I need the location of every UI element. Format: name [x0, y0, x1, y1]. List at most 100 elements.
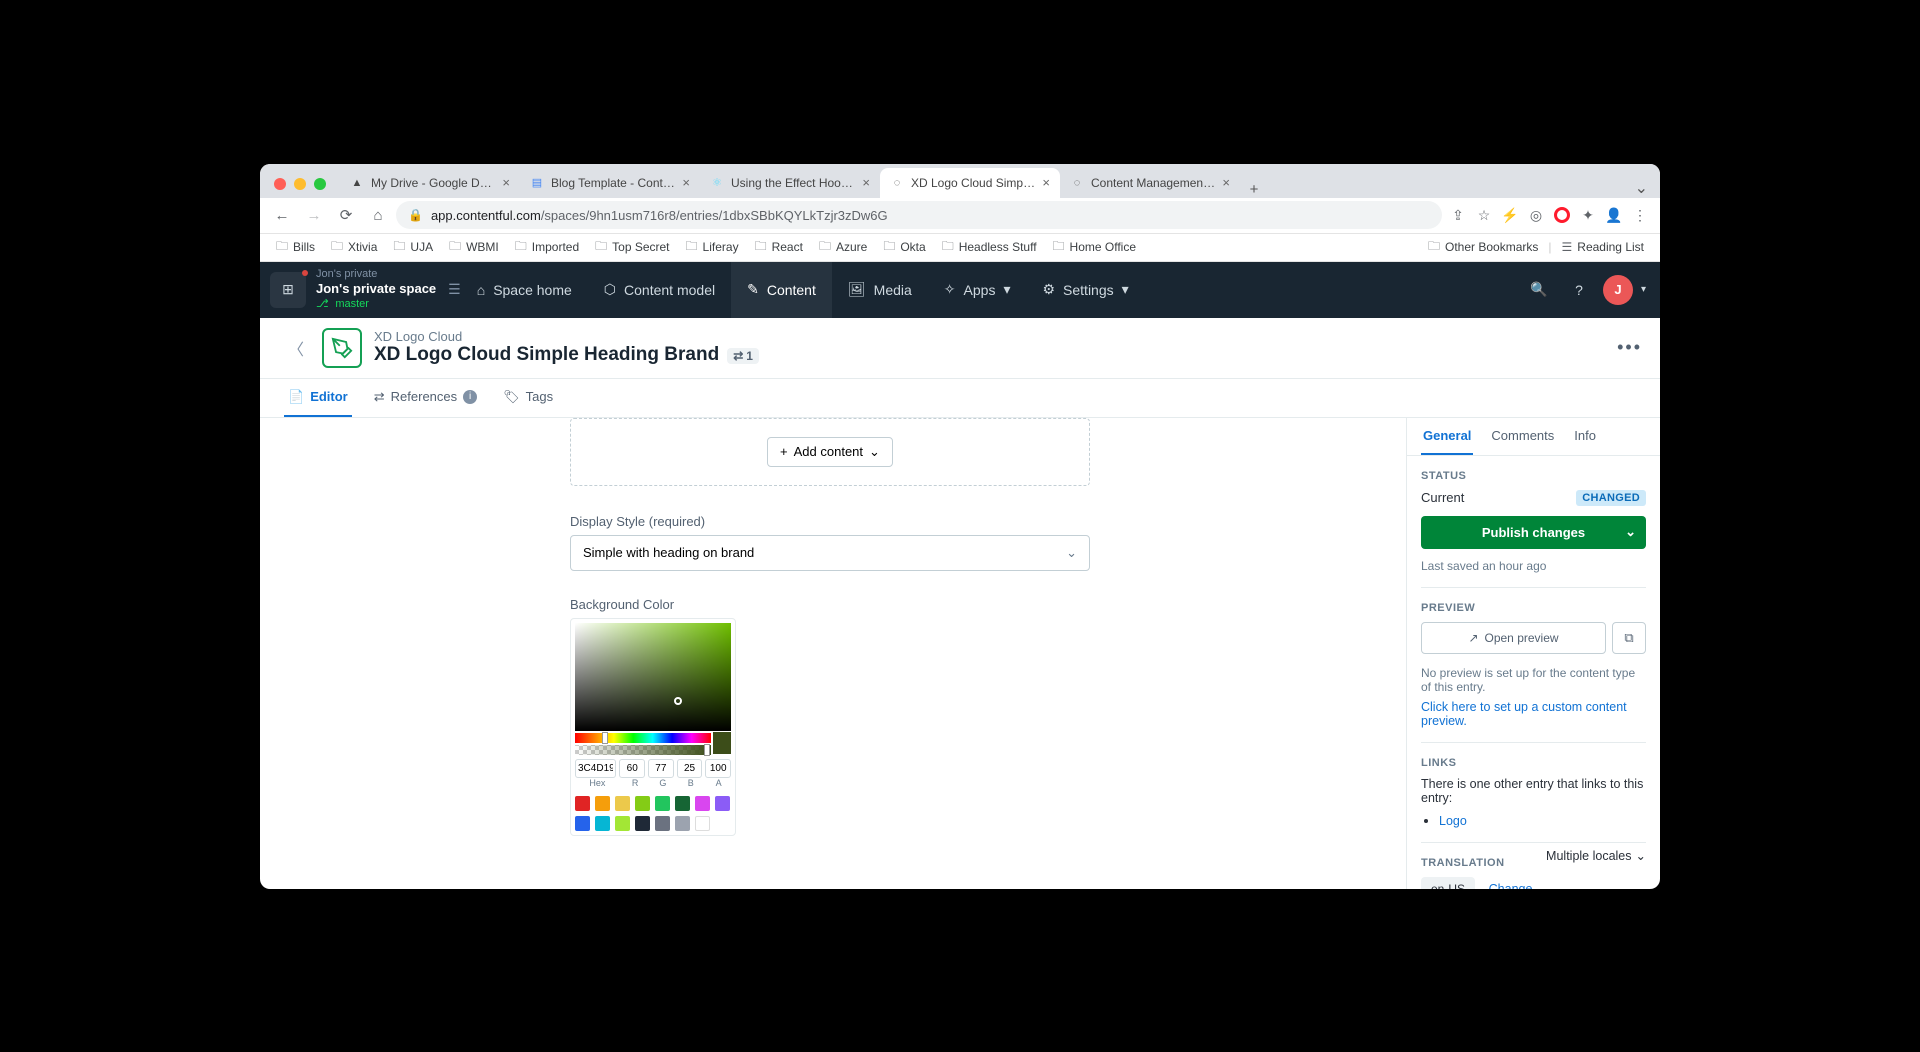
space-selector[interactable]: Jon's private Jon's private space ⎇ mast… — [316, 268, 436, 311]
browser-tab[interactable]: ⚛Using the Effect Hook – React× — [700, 168, 880, 198]
nav-content-model[interactable]: ⬡Content model — [588, 262, 731, 318]
nav-settings[interactable]: ⚙Settings ▾ — [1026, 262, 1144, 318]
window-zoom[interactable] — [314, 178, 326, 190]
star-icon[interactable]: ☆ — [1472, 203, 1496, 227]
color-swatch[interactable] — [675, 796, 690, 811]
address-bar[interactable]: 🔒 app.contentful.com/spaces/9hn1usm716r8… — [396, 201, 1442, 229]
display-style-select[interactable]: Simple with heading on brand ⌄ — [570, 535, 1090, 571]
bookmark[interactable]: 🗀Imported — [509, 235, 585, 260]
close-icon[interactable]: × — [862, 175, 870, 190]
color-swatch[interactable] — [655, 816, 670, 831]
color-swatch[interactable] — [635, 796, 650, 811]
open-preview-button[interactable]: ↗Open preview — [1421, 622, 1606, 654]
picker-cursor[interactable] — [674, 697, 682, 705]
color-swatch[interactable] — [595, 796, 610, 811]
app-switcher-button[interactable]: ⊞ — [270, 272, 306, 308]
share-icon[interactable]: ⇪ — [1446, 203, 1470, 227]
saturation-picker[interactable] — [575, 623, 731, 731]
color-swatch[interactable] — [595, 816, 610, 831]
alpha-slider[interactable] — [575, 745, 711, 755]
tab-references[interactable]: ⇄Referencesi — [370, 379, 481, 417]
other-bookmarks[interactable]: 🗀Other Bookmarks — [1422, 235, 1544, 260]
browser-tab[interactable]: ◌Content Management API | Co…× — [1060, 168, 1240, 198]
bookmark[interactable]: 🗀Azure — [813, 235, 873, 260]
r-input[interactable] — [619, 759, 645, 778]
opera-icon[interactable] — [1550, 203, 1574, 227]
chevron-down-icon[interactable]: ▾ — [1641, 284, 1646, 295]
color-swatch[interactable] — [575, 796, 590, 811]
color-swatch[interactable] — [575, 816, 590, 831]
extension-icon[interactable]: ⚡ — [1498, 203, 1522, 227]
search-icon[interactable]: 🔍 — [1523, 274, 1555, 306]
bookmark[interactable]: 🗀WBMI — [443, 235, 505, 260]
color-swatch[interactable] — [635, 816, 650, 831]
close-icon[interactable]: × — [682, 175, 690, 190]
change-locale-link[interactable]: Change — [1489, 882, 1533, 889]
home-button[interactable]: ⌂ — [364, 201, 392, 229]
color-swatch[interactable] — [615, 816, 630, 831]
nav-space-home[interactable]: ⌂Space home — [461, 262, 588, 318]
nav-media[interactable]: 🖼Media — [832, 262, 928, 318]
bookmark[interactable]: 🗀Bills — [270, 235, 321, 260]
nav-apps[interactable]: ✧Apps ▾ — [928, 262, 1027, 318]
a-input[interactable] — [705, 759, 731, 778]
new-tab-button[interactable]: + — [1240, 181, 1268, 198]
extensions-icon[interactable]: ✦ — [1576, 203, 1600, 227]
reference-badge[interactable]: ⇄ 1 — [727, 348, 759, 364]
publish-button[interactable]: Publish changes ⌄ — [1421, 516, 1646, 549]
bookmark[interactable]: 🗀UJA — [387, 235, 439, 260]
tab-tags[interactable]: 🏷Tags — [499, 379, 557, 417]
copy-preview-button[interactable]: ⧉ — [1612, 622, 1646, 654]
add-content-button[interactable]: + Add content ⌄ — [767, 437, 893, 467]
bookmark[interactable]: 🗀Xtivia — [325, 235, 383, 260]
color-swatch[interactable] — [675, 816, 690, 831]
extension-icon[interactable]: ◎ — [1524, 203, 1548, 227]
close-icon[interactable]: × — [1042, 175, 1050, 190]
hamburger-icon[interactable]: ☰ — [448, 281, 461, 298]
color-swatch[interactable] — [615, 796, 630, 811]
entry-actions-menu[interactable]: ••• — [1617, 337, 1642, 358]
reload-button[interactable]: ⟳ — [332, 201, 360, 229]
nav-content[interactable]: ✎Content — [731, 262, 832, 318]
locales-dropdown[interactable]: Multiple locales⌄ — [1546, 848, 1646, 863]
color-swatch[interactable] — [655, 796, 670, 811]
slider-handle[interactable] — [602, 732, 608, 744]
tab-overflow-icon[interactable]: ⌄ — [1635, 178, 1660, 198]
hex-input[interactable] — [575, 759, 616, 778]
browser-tab[interactable]: ▤Blog Template - Contentful Ap…× — [520, 168, 700, 198]
profile-icon[interactable]: 👤 — [1602, 203, 1626, 227]
reading-list[interactable]: ☰Reading List — [1556, 238, 1650, 256]
help-icon[interactable]: ? — [1563, 274, 1595, 306]
b-input[interactable] — [677, 759, 703, 778]
back-button[interactable]: ← — [268, 201, 296, 229]
bookmark[interactable]: 🗀Top Secret — [589, 235, 675, 260]
setup-preview-link[interactable]: Click here to set up a custom content pr… — [1421, 700, 1646, 728]
window-minimize[interactable] — [294, 178, 306, 190]
tab-editor[interactable]: 📄Editor — [284, 379, 352, 417]
incoming-link[interactable]: Logo — [1439, 814, 1467, 828]
sidebar-tab-comments[interactable]: Comments — [1489, 418, 1556, 455]
g-input[interactable] — [648, 759, 674, 778]
color-swatch[interactable] — [715, 796, 730, 811]
close-icon[interactable]: × — [502, 175, 510, 190]
slider-handle[interactable] — [704, 744, 710, 756]
sidebar-tab-general[interactable]: General — [1421, 418, 1473, 455]
browser-tab-active[interactable]: ◌XD Logo Cloud Simple Heading× — [880, 168, 1060, 198]
back-button[interactable]: 〈 — [278, 330, 314, 366]
color-swatch[interactable] — [695, 816, 710, 831]
color-swatch[interactable] — [695, 796, 710, 811]
menu-icon[interactable]: ⋮ — [1628, 203, 1652, 227]
hue-slider[interactable] — [575, 733, 711, 743]
window-close[interactable] — [274, 178, 286, 190]
bookmark[interactable]: 🗀Home Office — [1047, 235, 1142, 260]
bookmark[interactable]: 🗀React — [749, 235, 809, 260]
bookmark[interactable]: 🗀Okta — [877, 235, 931, 260]
forward-button[interactable]: → — [300, 201, 328, 229]
chevron-down-icon[interactable]: ⌄ — [1625, 524, 1636, 540]
bookmark[interactable]: 🗀Headless Stuff — [936, 235, 1043, 260]
sidebar-tab-info[interactable]: Info — [1572, 418, 1598, 455]
bookmark[interactable]: 🗀Liferay — [680, 235, 745, 260]
avatar[interactable]: J — [1603, 275, 1633, 305]
close-icon[interactable]: × — [1222, 175, 1230, 190]
browser-tab[interactable]: ▲My Drive - Google Drive× — [340, 168, 520, 198]
